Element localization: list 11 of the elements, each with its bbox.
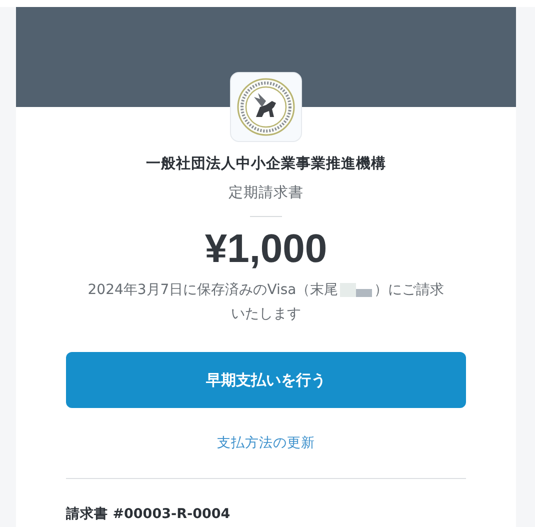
update-payment-link[interactable]: 支払方法の更新 bbox=[217, 434, 315, 452]
invoice-amount: ¥1,000 bbox=[204, 227, 328, 272]
emblem-logo bbox=[236, 77, 296, 137]
charge-notice-text: ）にご請求 bbox=[374, 281, 444, 300]
early-payment-button[interactable]: 早期支払いを行う bbox=[66, 352, 466, 408]
charge-notice-text: 2024年3月7日に保存済みのVisa（末尾 bbox=[88, 281, 338, 300]
charge-notice-text: いたします bbox=[230, 305, 301, 324]
document-type: 定期請求書 bbox=[228, 184, 304, 202]
redacted-digits-icon bbox=[340, 283, 372, 297]
invoice-number: 請求書 #00003-R-0004 bbox=[66, 505, 232, 523]
organization-name: 一般社団法人中小企業事業推進機構 bbox=[146, 154, 386, 173]
